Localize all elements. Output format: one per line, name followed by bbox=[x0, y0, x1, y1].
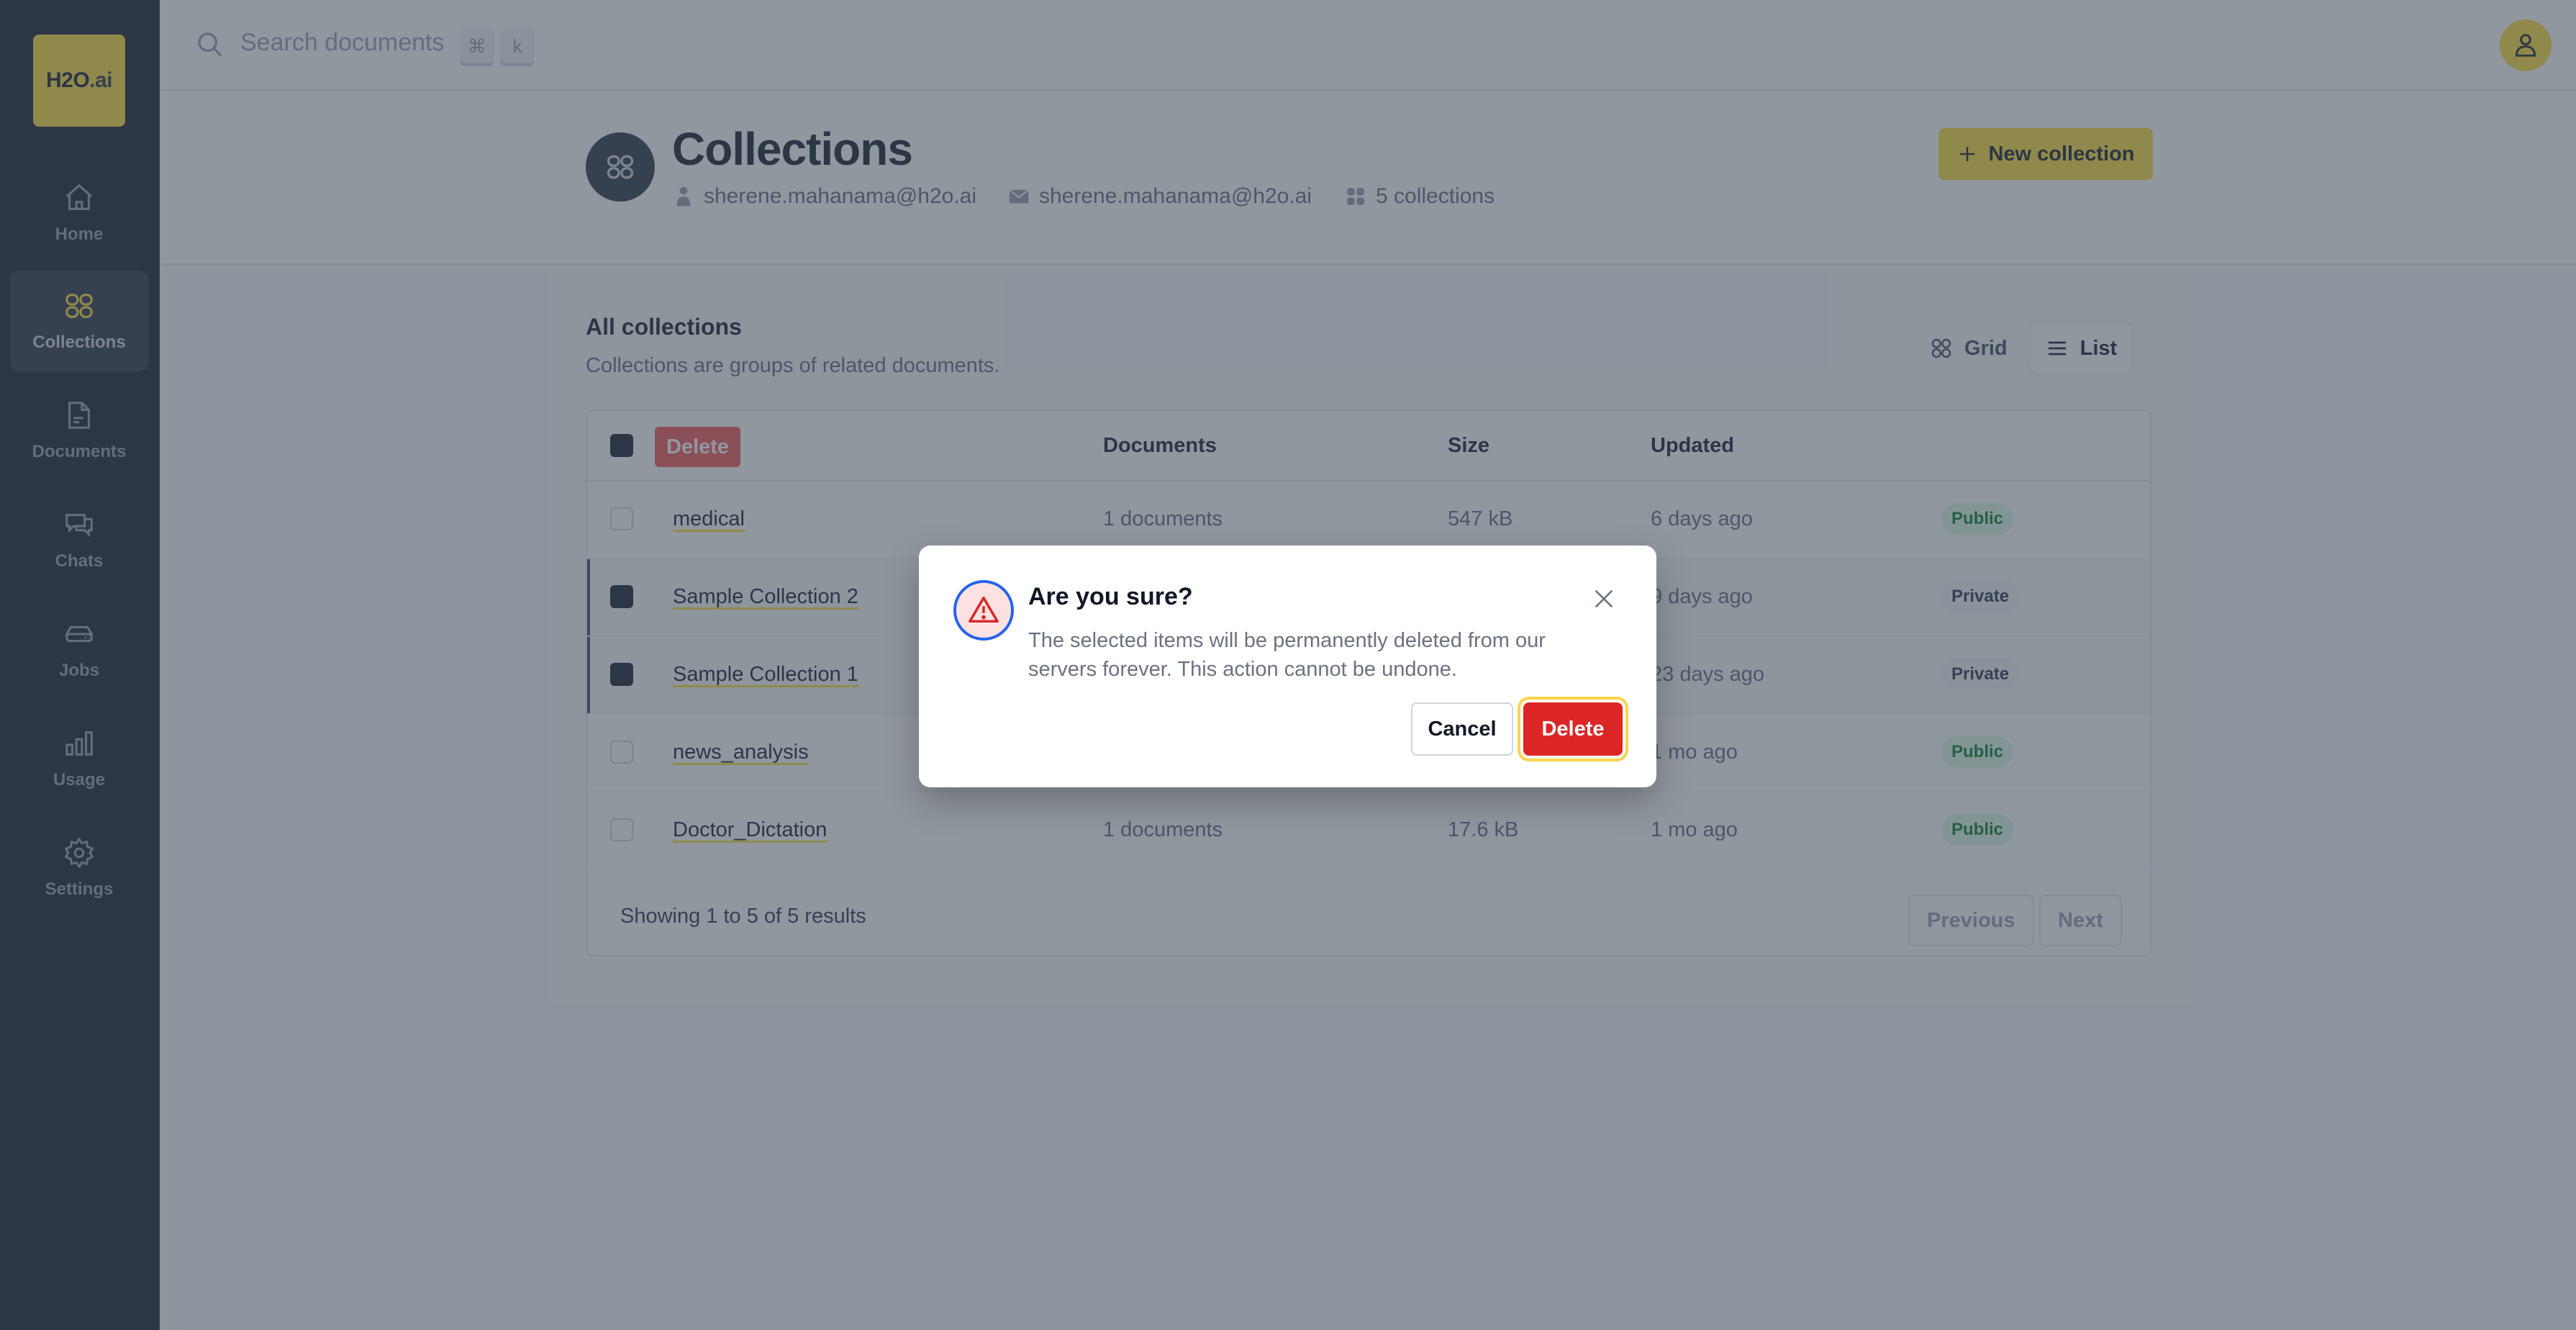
dialog-close-button[interactable] bbox=[1588, 583, 1620, 615]
warning-triangle-icon bbox=[969, 597, 999, 623]
warning-icon-badge bbox=[953, 580, 1014, 641]
confirm-delete-button[interactable]: Delete bbox=[1523, 702, 1623, 756]
cancel-button[interactable]: Cancel bbox=[1411, 702, 1513, 756]
confirm-delete-dialog: Are you sure? The selected items will be… bbox=[919, 546, 1656, 787]
dialog-title: Are you sure? bbox=[1028, 583, 1193, 610]
close-icon bbox=[1595, 589, 1613, 608]
dialog-message: The selected items will be permanently d… bbox=[1028, 629, 1546, 681]
